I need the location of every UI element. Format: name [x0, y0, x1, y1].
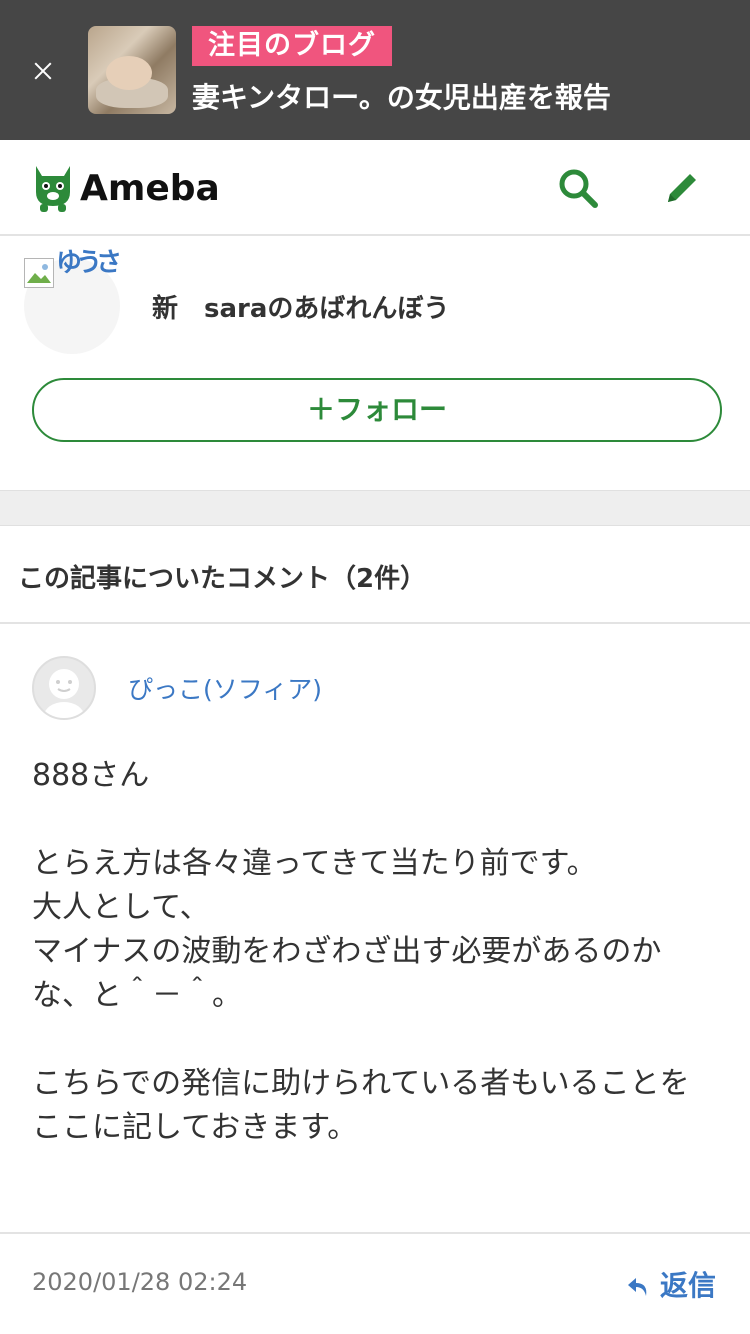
comments-title: この記事についたコメント（2件）: [18, 564, 427, 594]
broken-image-icon: [24, 258, 54, 288]
search-icon[interactable]: [556, 166, 600, 210]
ameba-logo[interactable]: Ameba: [32, 162, 220, 214]
comment-line: マイナスの波動をわざわざ出す必要があるのかな、と＾－＾。: [32, 934, 662, 1013]
blog-profile: ゆうさ 新 saraのあばれんぼう ＋フォロー: [0, 236, 750, 490]
comment-line: 大人として、: [32, 890, 210, 925]
comment-line: とらえ方は各々違ってきて当たり前です。: [32, 846, 597, 881]
avatar-alt-text: ゆうさ: [56, 248, 122, 278]
comment-timestamp: 2020/01/28 02:24: [32, 1268, 248, 1296]
logo-wordmark: Ameba: [80, 168, 220, 209]
ameba-mascot-icon: [36, 166, 70, 212]
comment-body: 888さん とらえ方は各々違ってきて当たり前です。 大人として、 マイナスの波動…: [32, 754, 718, 1150]
comment-divider: [0, 1232, 750, 1234]
thumbnail-baby: [106, 56, 152, 90]
reply-button[interactable]: 返信: [626, 1264, 716, 1304]
banner-thumbnail[interactable]: [88, 26, 176, 114]
commenter-name[interactable]: ぴっこ(ソフィア): [128, 670, 322, 706]
reply-arrow-icon: [628, 1278, 647, 1296]
commenter-avatar[interactable]: [32, 656, 96, 720]
comment-line: 888さん: [32, 758, 150, 793]
close-icon[interactable]: [30, 58, 56, 84]
banner-headline[interactable]: 妻キンタロー。の女児出産を報告: [192, 80, 611, 116]
blog-title[interactable]: 新 saraのあばれんぼう: [152, 288, 449, 325]
follow-button[interactable]: ＋フォロー: [32, 378, 722, 442]
reply-label: 返信: [660, 1269, 717, 1302]
featured-blog-banner[interactable]: 注目のブログ 妻キンタロー。の女児出産を報告: [0, 0, 750, 140]
section-divider: [0, 490, 750, 526]
site-header: Ameba: [0, 140, 750, 236]
featured-blog-tag: 注目のブログ: [192, 26, 392, 66]
comment-line: ここに記しておきます。: [32, 1110, 358, 1145]
edit-pencil-icon[interactable]: [660, 166, 704, 210]
default-user-icon: [44, 669, 84, 718]
comments-header: この記事についたコメント（2件）: [0, 526, 750, 624]
comment-line: こちらでの発信に助けられている者もいることを: [32, 1066, 690, 1101]
